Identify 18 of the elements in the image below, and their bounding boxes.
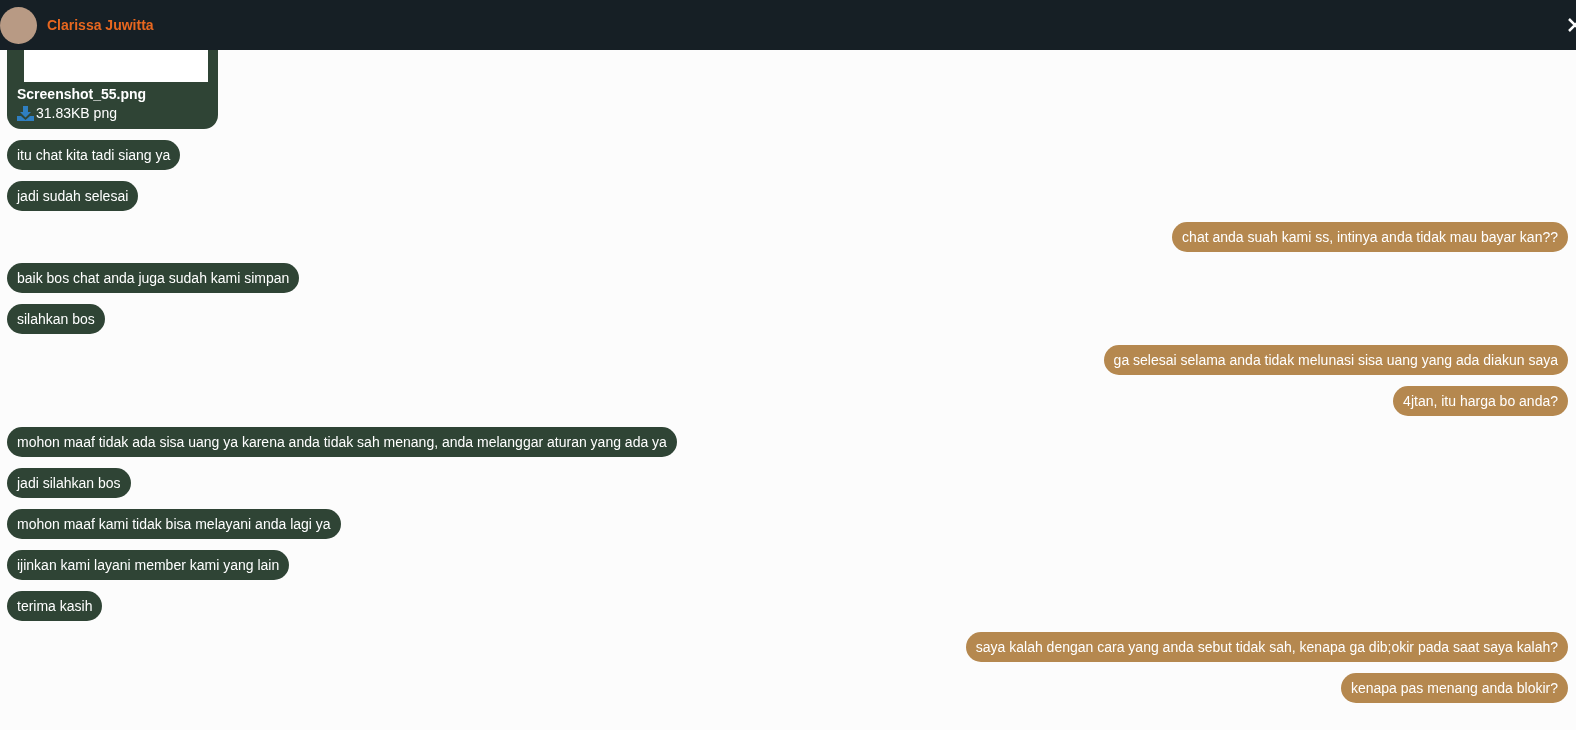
received-message-bubble: baik bos chat anda juga sudah kami simpan: [7, 263, 300, 293]
received-message-bubble: ijinkan kami layani member kami yang lain: [7, 550, 290, 580]
received-message-bubble: terima kasih: [7, 591, 103, 621]
file-attachment-bubble[interactable]: Screenshot_55.png 31.83KB png: [7, 50, 218, 129]
received-message-bubble: jadi silahkan bos: [7, 468, 131, 498]
file-name: Screenshot_55.png: [17, 86, 148, 102]
sent-message-bubble: ga selesai selama anda tidak melunasi sisa uang yang ada diakun saya: [1103, 345, 1568, 375]
received-message-bubble: jadi sudah selesai: [7, 181, 139, 211]
received-message-bubble: itu chat kita tadi siang ya: [7, 140, 181, 170]
sent-message-bubble: 4jtan, itu harga bo anda?: [1393, 386, 1568, 416]
received-message-bubble: mohon maaf tidak ada sisa uang ya karena anda tidak sah menang, anda melanggar aturan yang ada ya: [7, 427, 677, 457]
received-message-bubble: mohon maaf kami tidak bisa melayani anda lagi ya: [7, 509, 341, 539]
file-size: 31.83KB png: [36, 105, 117, 121]
received-message-bubble: silahkan bos: [7, 304, 105, 334]
sent-message-bubble: chat anda suah kami ss, intinya anda tidak mau bayar kan??: [1172, 222, 1568, 252]
sent-message-bubble: saya kalah dengan cara yang anda sebut tidak sah, kenapa ga dib;okir pada saat saya kalah?: [965, 632, 1568, 662]
contact-name: Clarissa Juwitta: [47, 17, 154, 33]
sent-message-bubble: kenapa pas menang anda blokir?: [1340, 673, 1568, 703]
